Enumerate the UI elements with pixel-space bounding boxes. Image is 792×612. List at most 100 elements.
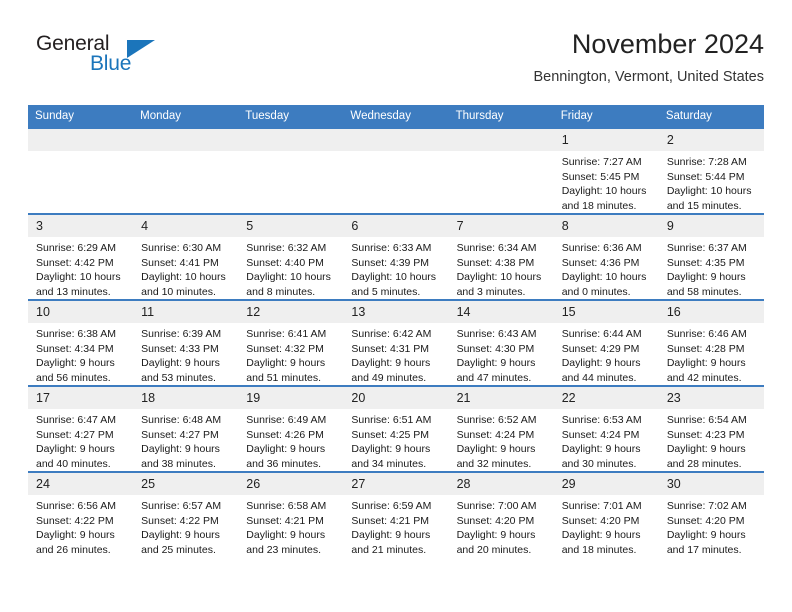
day-detail-line: Sunrise: 6:52 AM [456,414,537,426]
page-subtitle: Bennington, Vermont, United States [533,69,764,85]
day-number: 25 [133,473,239,495]
day-details: Sunrise: 6:44 AM Sunset: 4:29 PM Daylight:… [554,323,659,385]
day-detail-line: Sunset: 4:22 PM [36,514,114,527]
day-details: Sunrise: 6:32 AM Sunset: 4:40 PM Daylight:… [238,237,343,299]
day-detail-line: Sunrise: 6:43 AM [456,328,537,340]
calendar-day-cell[interactable]: 22 Sunrise: 6:53 AM Sunset: 4:24 PM Dayligh… [553,385,659,472]
calendar-day-cell[interactable]: 11 Sunrise: 6:39 AM Sunset: 4:33 PM Dayligh… [133,299,239,386]
calendar-day-cell[interactable]: 19 Sunrise: 6:49 AM Sunset: 4:26 PM Dayligh… [238,385,344,472]
calendar-day-cell[interactable]: 2 Sunrise: 7:28 AM Sunset: 5:44 PM Daylight… [658,127,764,214]
day-detail-line: Sunrise: 6:29 AM [36,242,116,254]
calendar-day-cell[interactable]: 3 Sunrise: 6:29 AM Sunset: 4:42 PM Daylight… [28,213,134,300]
calendar-day-cell[interactable]: 28 Sunrise: 7:00 AM Sunset: 4:20 PM Dayligh… [448,471,554,557]
day-cell-inner: 9 Sunrise: 6:37 AM Sunset: 4:35 PM Daylight… [658,215,764,299]
day-number: 9 [658,215,764,237]
calendar-day-cell[interactable]: 8 Sunrise: 6:36 AM Sunset: 4:36 PM Daylight… [553,213,659,300]
day-number [28,129,134,151]
column-header-monday: Monday [133,105,239,128]
day-detail-line: Sunrise: 7:27 AM [561,156,642,168]
calendar-day-cell[interactable]: 9 Sunrise: 6:37 AM Sunset: 4:35 PM Daylight… [658,213,764,300]
day-detail-line: and 36 minutes. [246,457,321,470]
calendar-day-cell[interactable]: 27 Sunrise: 6:59 AM Sunset: 4:21 PM Dayligh… [343,471,449,557]
day-details: Sunrise: 6:39 AM Sunset: 4:33 PM Daylight:… [133,323,238,385]
day-cell-inner: 21 Sunrise: 6:52 AM Sunset: 4:24 PM Dayligh… [448,387,554,471]
day-cell-inner [343,129,449,213]
day-detail-line: Daylight: 10 hours [666,185,752,197]
day-detail-line: and 15 minutes. [666,199,742,212]
day-details: Sunrise: 6:43 AM Sunset: 4:30 PM Daylight:… [449,323,554,385]
day-details: Sunrise: 7:02 AM Sunset: 4:20 PM Daylight:… [659,495,764,557]
day-detail-line: Daylight: 10 hours [246,271,331,283]
day-detail-line: Sunset: 4:34 PM [36,342,114,355]
day-detail-line: Sunset: 4:27 PM [36,428,114,441]
day-number: 23 [658,387,764,409]
calendar-day-cell[interactable]: 16 Sunrise: 6:46 AM Sunset: 4:28 PM Dayligh… [658,299,764,386]
day-detail-line: Sunrise: 6:46 AM [666,328,747,340]
day-detail-line: Daylight: 9 hours [36,357,115,369]
day-detail-line: Sunrise: 6:49 AM [246,414,327,426]
calendar-day-cell[interactable]: 14 Sunrise: 6:43 AM Sunset: 4:30 PM Dayligh… [448,299,554,386]
calendar-day-cell[interactable]: 25 Sunrise: 6:57 AM Sunset: 4:22 PM Dayligh… [133,471,239,557]
day-detail-line: Daylight: 9 hours [351,443,431,455]
calendar-day-cell[interactable]: 15 Sunrise: 6:44 AM Sunset: 4:29 PM Dayligh… [553,299,659,386]
day-detail-line: and 38 minutes. [141,457,216,470]
day-detail-line: Sunrise: 7:02 AM [666,500,747,512]
calendar-day-cell[interactable]: 18 Sunrise: 6:48 AM Sunset: 4:27 PM Dayligh… [133,385,239,472]
day-details: Sunrise: 7:00 AM Sunset: 4:20 PM Daylight:… [449,495,554,557]
day-detail-line: Sunset: 4:32 PM [246,342,324,355]
calendar-day-cell[interactable]: 17 Sunrise: 6:47 AM Sunset: 4:27 PM Dayligh… [28,385,134,472]
calendar-day-cell[interactable]: 13 Sunrise: 6:42 AM Sunset: 4:31 PM Dayligh… [343,299,449,386]
calendar-day-cell[interactable]: 6 Sunrise: 6:33 AM Sunset: 4:39 PM Daylight… [343,213,449,300]
calendar-day-cell[interactable]: 12 Sunrise: 6:41 AM Sunset: 4:32 PM Dayligh… [238,299,344,386]
day-cell-inner [238,129,344,213]
day-number: 17 [28,387,134,409]
day-detail-line: and 0 minutes. [561,285,631,298]
day-detail-line: Sunset: 5:45 PM [561,170,640,183]
column-header-saturday: Saturday [658,105,764,128]
calendar-day-cell[interactable]: 21 Sunrise: 6:52 AM Sunset: 4:24 PM Dayligh… [448,385,554,472]
calendar-week-row: 3 Sunrise: 6:29 AM Sunset: 4:42 PM Daylight… [28,213,764,300]
day-detail-line: Sunset: 4:35 PM [666,256,745,269]
calendar-week-row: 10 Sunrise: 6:38 AM Sunset: 4:34 PM Dayligh… [28,299,764,386]
general-blue-logo[interactable]: General Blue [28,32,208,84]
day-cell-inner: 10 Sunrise: 6:38 AM Sunset: 4:34 PM Dayligh… [28,301,134,385]
title-block: November 2024 Bennington, Vermont, Unite… [533,28,764,86]
day-detail-line: and 17 minutes. [666,543,742,556]
day-number: 1 [553,129,659,151]
day-detail-line: Daylight: 9 hours [456,443,536,455]
day-cell-inner: 5 Sunrise: 6:32 AM Sunset: 4:40 PM Daylight… [238,215,344,299]
day-cell-inner: 13 Sunrise: 6:42 AM Sunset: 4:31 PM Dayligh… [343,301,449,385]
calendar-day-cell[interactable]: 23 Sunrise: 6:54 AM Sunset: 4:23 PM Dayligh… [658,385,764,472]
day-detail-line: and 47 minutes. [456,371,532,384]
day-cell-inner: 14 Sunrise: 6:43 AM Sunset: 4:30 PM Dayligh… [448,301,554,385]
calendar-day-cell[interactable]: 26 Sunrise: 6:58 AM Sunset: 4:21 PM Dayligh… [238,471,344,557]
day-detail-line: Sunset: 4:22 PM [141,514,219,527]
calendar-day-cell[interactable]: 24 Sunrise: 6:56 AM Sunset: 4:22 PM Dayligh… [28,471,134,557]
calendar-day-cell[interactable]: 10 Sunrise: 6:38 AM Sunset: 4:34 PM Dayligh… [28,299,134,386]
day-detail-line: and 5 minutes. [351,285,421,298]
day-detail-line: Sunset: 5:44 PM [666,170,745,183]
day-details: Sunrise: 6:47 AM Sunset: 4:27 PM Daylight:… [28,409,133,471]
calendar-day-cell[interactable]: 5 Sunrise: 6:32 AM Sunset: 4:40 PM Daylight… [238,213,344,300]
calendar-day-cell[interactable]: 29 Sunrise: 7:01 AM Sunset: 4:20 PM Dayligh… [553,471,659,557]
calendar-day-cell[interactable]: 7 Sunrise: 6:34 AM Sunset: 4:38 PM Daylight… [448,213,554,300]
day-details: Sunrise: 6:29 AM Sunset: 4:42 PM Daylight:… [28,237,133,299]
calendar-day-cell[interactable]: 4 Sunrise: 6:30 AM Sunset: 4:41 PM Daylight… [133,213,239,300]
day-detail-line: Sunset: 4:40 PM [246,256,324,269]
calendar-day-cell[interactable]: 30 Sunrise: 7:02 AM Sunset: 4:20 PM Dayligh… [658,471,764,557]
day-detail-line: and 18 minutes. [561,543,637,556]
day-cell-inner: 28 Sunrise: 7:00 AM Sunset: 4:20 PM Dayligh… [448,473,554,557]
day-number: 2 [658,129,764,151]
day-number: 3 [28,215,134,237]
day-number: 13 [343,301,449,323]
day-detail-line: Sunrise: 6:51 AM [351,414,432,426]
day-cell-inner: 20 Sunrise: 6:51 AM Sunset: 4:25 PM Dayligh… [343,387,449,471]
day-detail-line: Daylight: 10 hours [36,271,121,283]
day-detail-line: and 21 minutes. [351,543,427,556]
day-details: Sunrise: 6:48 AM Sunset: 4:27 PM Daylight:… [133,409,238,471]
calendar-day-cell[interactable]: 1 Sunrise: 7:27 AM Sunset: 5:45 PM Daylight… [553,127,659,214]
calendar-day-cell[interactable]: 20 Sunrise: 6:51 AM Sunset: 4:25 PM Dayligh… [343,385,449,472]
day-detail-line: Sunrise: 6:53 AM [561,414,642,426]
day-detail-line: Daylight: 10 hours [141,271,226,283]
calendar-day-cell-empty [343,127,449,214]
